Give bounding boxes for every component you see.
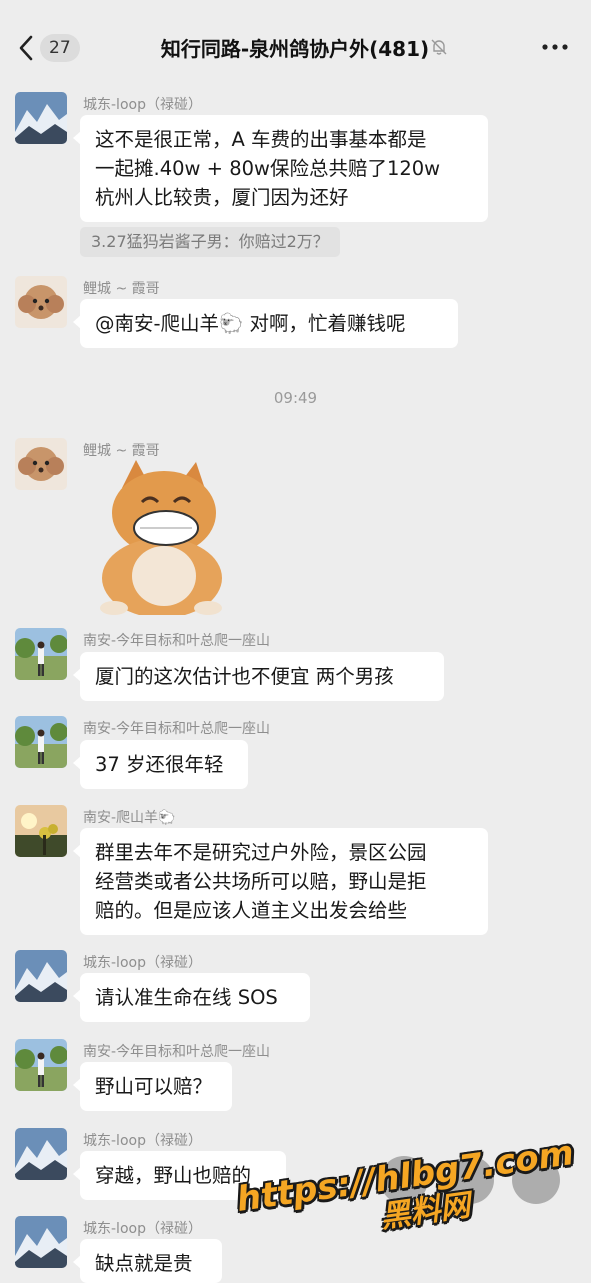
sender-name: 南安-今年目标和叶总爬一座山 xyxy=(83,1044,271,1060)
message-bubble[interactable]: 群里去年不是研究过户外险，景区公园 经营类或者公共场所可以赔，野山是拒 赔的。但… xyxy=(73,828,488,935)
mute-bell-icon xyxy=(431,39,447,55)
unread-count-badge: 27 xyxy=(40,34,80,62)
sender-name: 南安-今年目标和叶总爬一座山 xyxy=(83,721,271,737)
sender-name: 南安-爬山羊🐑 xyxy=(83,810,176,826)
avatar-dog[interactable] xyxy=(15,276,67,328)
message-bubble[interactable]: @南安-爬山羊🐑 对啊，忙着赚钱呢 xyxy=(73,299,458,348)
sender-name: 城东-loop（禄碰） xyxy=(83,97,202,113)
avatar-mountain[interactable] xyxy=(15,1128,67,1180)
sender-name: 城东-loop（禄碰） xyxy=(83,1221,202,1237)
message-bubble[interactable]: 厦门的这次估计也不便宜 两个男孩 xyxy=(73,652,444,701)
avatar-sunset[interactable] xyxy=(15,805,67,857)
timestamp: 09:49 xyxy=(273,389,318,407)
message-bubble[interactable]: 这不是很正常，A 车费的出事基本都是 一起摊.40w + 80w保险总共赔了12… xyxy=(73,115,488,222)
avatar-mountain[interactable] xyxy=(15,92,67,144)
avatar-hiker[interactable] xyxy=(15,1039,67,1091)
avatar-mountain[interactable] xyxy=(15,950,67,1002)
quoted-message[interactable]: 3.27猛犸岩酱子男：你赔过2万？ xyxy=(80,227,340,257)
message-bubble[interactable]: 请认准生命在线 SOS xyxy=(73,973,310,1022)
sender-name: 城东-loop（禄碰） xyxy=(83,955,202,971)
message-bubble[interactable]: 缺点就是贵 xyxy=(73,1239,222,1283)
avatar-dog[interactable] xyxy=(15,438,67,490)
chat-header: 27 知行同路-泉州鸽协户外(481) xyxy=(0,0,591,94)
avatar-hiker[interactable] xyxy=(15,628,67,680)
sender-name: 城东-loop（禄碰） xyxy=(83,1133,202,1149)
message-bubble[interactable]: 37 岁还很年轻 xyxy=(73,740,248,789)
avatar-mountain[interactable] xyxy=(15,1216,67,1268)
sender-name: 鲤城 ~ 霞哥 xyxy=(83,443,160,459)
back-button[interactable]: 27 xyxy=(18,30,80,66)
back-chevron-icon xyxy=(19,35,33,61)
sender-name: 南安-今年目标和叶总爬一座山 xyxy=(83,633,271,649)
sender-name: 鲤城 ~ 霞哥 xyxy=(83,281,160,297)
chat-title: 知行同路-泉州鸽协户外(481) xyxy=(160,37,430,61)
laughing-cat-sticker[interactable] xyxy=(84,458,234,615)
more-icon[interactable] xyxy=(540,37,570,57)
message-bubble[interactable]: 野山可以赔？ xyxy=(73,1062,232,1111)
avatar-hiker[interactable] xyxy=(15,716,67,768)
